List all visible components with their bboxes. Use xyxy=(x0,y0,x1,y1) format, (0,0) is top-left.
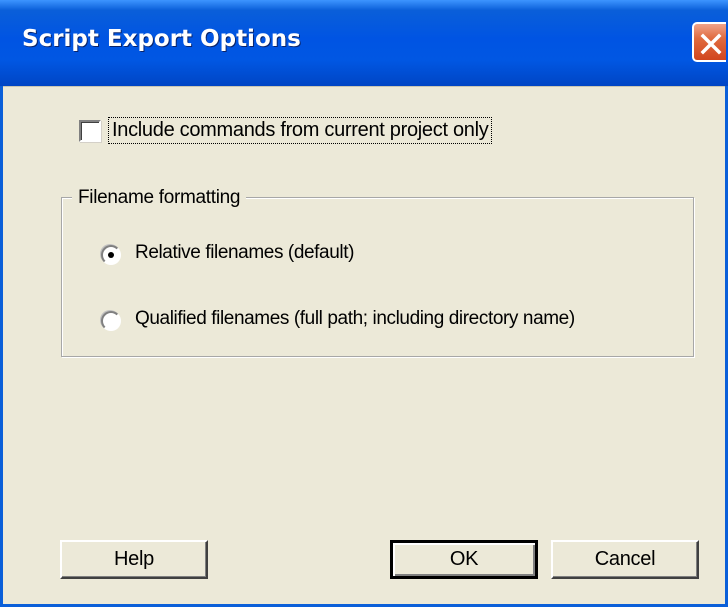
script-export-options-dialog: Script Export Options Include commands f… xyxy=(0,0,728,607)
dialog-title: Script Export Options xyxy=(22,26,301,52)
ok-button[interactable]: OK xyxy=(390,540,538,579)
qualified-filenames-radio[interactable] xyxy=(101,311,121,331)
close-icon xyxy=(700,33,722,55)
qualified-filenames-label[interactable]: Qualified filenames (full path; includin… xyxy=(135,308,575,330)
relative-filenames-radio[interactable] xyxy=(101,245,121,265)
close-button[interactable] xyxy=(692,22,726,62)
filename-formatting-group xyxy=(61,197,694,357)
radio-selected-dot xyxy=(108,252,114,258)
title-bar[interactable]: Script Export Options xyxy=(0,0,728,86)
current-project-only-checkbox[interactable] xyxy=(79,120,101,142)
help-button[interactable]: Help xyxy=(60,540,208,579)
cancel-button[interactable]: Cancel xyxy=(551,540,699,579)
filename-formatting-legend: Filename formatting xyxy=(72,187,247,209)
current-project-only-label[interactable]: Include commands from current project on… xyxy=(107,117,493,144)
relative-filenames-label[interactable]: Relative filenames (default) xyxy=(135,242,354,264)
